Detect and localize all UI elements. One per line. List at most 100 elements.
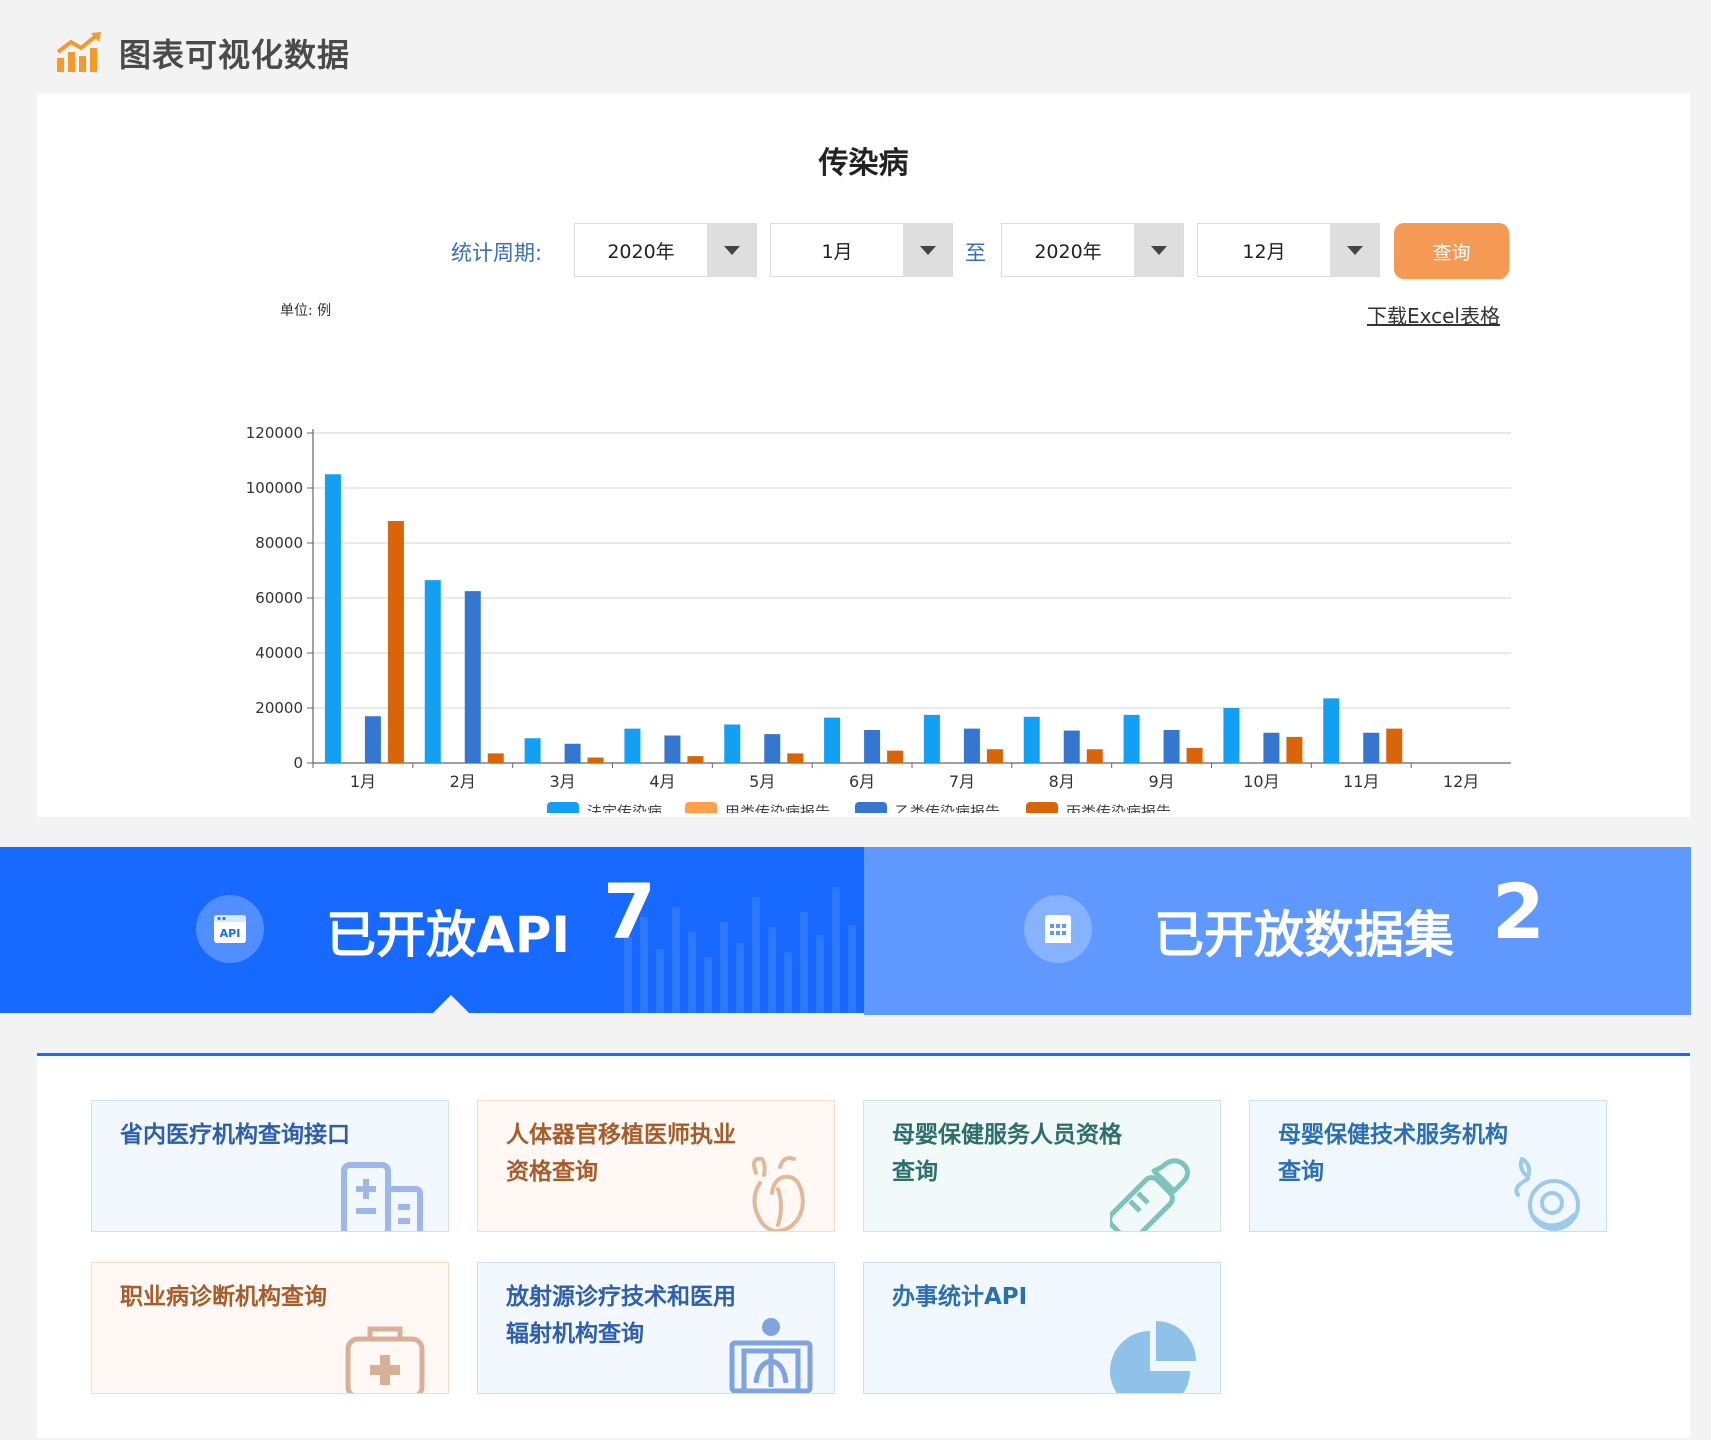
page-header: 图表可视化数据: [55, 28, 350, 78]
x-tick-label: 11月: [1343, 772, 1379, 791]
start-month-value: 1月: [821, 240, 853, 263]
hospital-building-icon: [341, 1162, 423, 1231]
x-tick-label: 4月: [649, 772, 675, 791]
bar: [724, 724, 741, 763]
x-tick-label: 12月: [1443, 772, 1479, 791]
bar: [387, 521, 404, 763]
x-tick-label: 8月: [1049, 772, 1075, 791]
bar: [324, 474, 341, 763]
open-api-count: 7: [603, 867, 656, 956]
end-month-select[interactable]: 12月: [1197, 223, 1380, 277]
bar: [923, 714, 940, 763]
api-card[interactable]: 办事统计API: [863, 1262, 1221, 1394]
bar: [864, 730, 881, 763]
decorative-bars: [624, 887, 856, 1013]
api-card[interactable]: 母婴保健服务人员资格查询: [863, 1100, 1221, 1232]
api-card[interactable]: 放射源诊疗技术和医用辐射机构查询: [477, 1262, 835, 1394]
open-dataset-tab[interactable]: 已开放数据集 2: [864, 847, 1691, 1015]
open-api-tab[interactable]: API 已开放API 7: [0, 847, 864, 1013]
x-tick-label: 2月: [450, 772, 476, 791]
bar: [364, 716, 381, 763]
bar: [464, 591, 481, 763]
bar: [1163, 730, 1180, 763]
bar: [986, 749, 1003, 763]
filter-row: 统计周期: 2020年 1月 至 2020年 12月 查询: [37, 223, 1690, 279]
api-card[interactable]: 职业病诊断机构查询: [91, 1262, 449, 1394]
bar: [824, 717, 841, 763]
bar: [1223, 708, 1240, 763]
to-label: 至: [965, 241, 986, 265]
bar: [1263, 732, 1280, 763]
heart-organ-icon: [752, 1156, 805, 1231]
chevron-down-icon[interactable]: [1330, 224, 1379, 276]
bar: [787, 753, 804, 763]
legend-swatch: [855, 802, 887, 813]
x-tick-label: 10月: [1243, 772, 1279, 791]
start-year-select[interactable]: 2020年: [574, 223, 757, 277]
y-tick-label: 20000: [255, 699, 303, 717]
end-year-value: 2020年: [1034, 240, 1102, 263]
bar: [1023, 716, 1040, 763]
x-tick-label: 7月: [949, 772, 975, 791]
y-tick-label: 40000: [255, 644, 303, 662]
bar: [664, 735, 681, 763]
end-year-select[interactable]: 2020年: [1001, 223, 1184, 277]
x-tick-label: 1月: [350, 772, 376, 791]
x-tick-label: 5月: [749, 772, 775, 791]
api-card-title: 母婴保健技术服务机构查询: [1278, 1122, 1508, 1185]
xray-icon: [729, 1318, 813, 1393]
legend-label: 乙类传染病报告: [895, 803, 1000, 813]
y-tick-label: 80000: [255, 534, 303, 552]
legend-swatch: [685, 802, 717, 813]
x-tick-label: 3月: [549, 772, 575, 791]
api-card[interactable]: 人体器官移植医师执业资格查询: [477, 1100, 835, 1232]
x-tick-label: 9月: [1148, 772, 1174, 791]
api-card-title: 省内医疗机构查询接口: [120, 1122, 350, 1148]
api-icon: API: [196, 895, 264, 963]
bar: [1123, 714, 1140, 763]
period-label: 统计周期:: [451, 241, 543, 265]
baby-bottle-icon: [1110, 1158, 1190, 1231]
legend-swatch: [1026, 802, 1058, 813]
chevron-down-icon[interactable]: [903, 224, 952, 276]
api-card-title: 办事统计API: [892, 1284, 1028, 1310]
api-card-title: 母婴保健服务人员资格查询: [892, 1122, 1122, 1185]
api-card-title: 放射源诊疗技术和医用辐射机构查询: [506, 1284, 736, 1347]
bar: [1386, 728, 1403, 763]
legend-label: 甲类传染病报告: [725, 803, 830, 813]
bar: [1086, 749, 1103, 763]
bar: [1063, 730, 1080, 763]
page-title: 图表可视化数据: [119, 36, 351, 74]
chart-title: 传染病: [818, 146, 909, 181]
query-button[interactable]: 查询: [1394, 223, 1509, 279]
bar: [564, 743, 581, 763]
x-tick-label: 6月: [849, 772, 875, 791]
pie-chart-icon: [1110, 1321, 1196, 1393]
bar: [1186, 747, 1203, 763]
chevron-down-icon[interactable]: [707, 224, 756, 276]
api-card[interactable]: 母婴保健技术服务机构查询: [1249, 1100, 1607, 1232]
bar: [764, 734, 781, 763]
bar: [624, 728, 641, 763]
bar: [1286, 736, 1303, 763]
open-api-label: 已开放API: [326, 906, 570, 964]
mother-baby-icon: [1514, 1157, 1580, 1231]
chevron-down-icon[interactable]: [1134, 224, 1183, 276]
bar: [587, 757, 604, 763]
medical-kit-icon: [345, 1326, 425, 1393]
legend-swatch: [547, 802, 579, 813]
y-tick-label: 120000: [246, 424, 303, 442]
api-card-title: 职业病诊断机构查询: [120, 1284, 327, 1310]
start-year-value: 2020年: [607, 240, 675, 263]
bar: [1323, 698, 1340, 763]
end-month-value: 12月: [1242, 240, 1286, 263]
start-month-select[interactable]: 1月: [770, 223, 953, 277]
chart-panel: 传染病 统计周期: 2020年 1月 至 2020年 12月 查询 单位: 例 …: [37, 93, 1690, 817]
bar: [963, 728, 980, 763]
bar: [424, 580, 441, 763]
stats-band: API 已开放API 7 已开放数据集 2: [0, 847, 1711, 1015]
chart-growth-icon: [56, 32, 101, 72]
api-card[interactable]: 省内医疗机构查询接口: [91, 1100, 449, 1232]
bar: [887, 750, 904, 763]
open-dataset-count: 2: [1492, 867, 1545, 956]
